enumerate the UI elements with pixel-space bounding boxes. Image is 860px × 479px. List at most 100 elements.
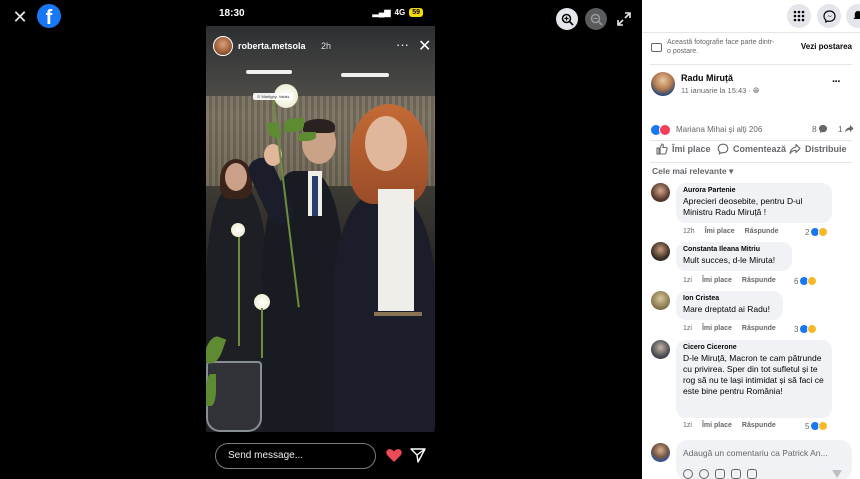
comment-text: Aprecieri deosebite, pentru D-ul Ministr…: [683, 196, 803, 217]
send-message-input[interactable]: Send message...: [215, 443, 376, 469]
face: [225, 163, 247, 191]
comment-count[interactable]: 8: [812, 124, 828, 134]
story-screenshot: 18:30 ▂▄▆ 4G 59 ⊙ Martigny, Valais rober…: [206, 0, 435, 479]
tie: [312, 176, 318, 216]
commenter-avatar[interactable]: [651, 291, 670, 310]
comment-reactions[interactable]: 2: [805, 227, 829, 237]
status-indicators: ▂▄▆ 4G 59: [373, 8, 423, 17]
reaction-icons[interactable]: [650, 124, 674, 136]
comment-reply-button[interactable]: Răspunde: [742, 325, 776, 332]
post-date[interactable]: 11 ianuarie la 15:43 · 🌐︎: [681, 86, 759, 96]
comment-button[interactable]: Comentează: [717, 143, 786, 155]
comment-like-button[interactable]: Îmi place: [702, 325, 732, 332]
globe-icon: 🌐︎: [753, 86, 760, 95]
send-icon[interactable]: [409, 446, 427, 464]
zoom-in-button[interactable]: [556, 8, 578, 30]
comment-meta: 1zi Îmi place Răspunde: [683, 325, 776, 332]
facebook-logo-icon[interactable]: f: [37, 4, 61, 28]
post-author[interactable]: Radu Miruță: [681, 73, 733, 83]
camera-icon[interactable]: [715, 469, 725, 479]
notifications-button[interactable]: [846, 4, 860, 28]
story-more-icon[interactable]: ···: [396, 37, 409, 52]
comment-time[interactable]: 1zi: [683, 325, 692, 332]
commenter-avatar[interactable]: [651, 340, 670, 359]
commenter-avatar[interactable]: [651, 242, 670, 261]
zoom-out-icon: [590, 13, 603, 26]
photo-album-icon: [651, 43, 662, 52]
photo-viewer-page: ✕ f 18:30 ▂▄▆ 4G 59 ⊙ Martigny, Valais r…: [0, 0, 860, 479]
belt: [374, 312, 422, 316]
comment-count-value: 8: [812, 124, 817, 134]
comment-reactions[interactable]: 5: [805, 421, 829, 431]
messenger-button[interactable]: [817, 4, 841, 28]
current-user-avatar[interactable]: [651, 443, 670, 462]
comment-like-button[interactable]: Îmi place: [702, 277, 732, 284]
like-button[interactable]: Îmi place: [656, 143, 711, 155]
rose-stem: [238, 236, 240, 346]
reactions-summary: Mariana Mihai și alți 206 8 1: [650, 124, 856, 138]
view-post-link[interactable]: Vezi postarea: [801, 42, 852, 51]
close-icon[interactable]: ✕: [10, 7, 30, 27]
share-count[interactable]: 1: [838, 124, 854, 134]
comment-like-button[interactable]: Îmi place: [702, 422, 732, 429]
comment-composer[interactable]: Adaugă un comentariu ca Patrick An...: [676, 440, 852, 479]
photo-viewer: ✕ f 18:30 ▂▄▆ 4G 59 ⊙ Martigny, Valais r…: [0, 0, 642, 479]
commenter-name[interactable]: Constanta Ileana Mitriu: [683, 246, 784, 253]
story-username[interactable]: roberta.metsola: [238, 41, 306, 51]
comment-reactions[interactable]: 6: [794, 276, 818, 286]
haha-reaction-icon: [807, 276, 818, 286]
heart-icon[interactable]: [385, 446, 403, 464]
comment-text: D-le Miruță, Macron te cam pătrunde cu p…: [683, 353, 824, 396]
comment-sort-dropdown[interactable]: Cele mai relevante ▾: [652, 166, 733, 177]
sticker-icon[interactable]: [747, 469, 757, 479]
post-more-icon[interactable]: ···: [832, 76, 841, 88]
comment-bubble-icon: [818, 125, 827, 133]
commenter-name[interactable]: Ion Cristea: [683, 295, 775, 302]
menu-button[interactable]: [787, 4, 811, 28]
ceiling-light: [246, 70, 292, 74]
reactions-text[interactable]: Mariana Mihai și alți 206: [676, 125, 762, 134]
network-label: 4G: [394, 8, 406, 17]
comment-meta: 12h Îmi place Răspunde: [683, 228, 779, 235]
like-label: Îmi place: [672, 144, 711, 154]
commenter-name[interactable]: Aurora Partenie: [683, 187, 824, 194]
divider: [650, 162, 852, 163]
rose-stem: [261, 308, 263, 358]
comment-time[interactable]: 1zi: [683, 277, 692, 284]
story-avatar[interactable]: [213, 36, 233, 56]
emoji-icon[interactable]: [699, 469, 709, 479]
fullscreen-icon[interactable]: [616, 11, 632, 27]
comment-text: Mult succes, d-le Miruta!: [683, 255, 776, 265]
commenter-avatar[interactable]: [651, 183, 670, 202]
comment-bubble: Ion Cristea Mare dreptatd ai Radu!: [676, 291, 783, 320]
zoom-out-button[interactable]: [585, 8, 607, 30]
author-avatar[interactable]: [651, 72, 675, 96]
love-reaction-icon: [659, 124, 671, 136]
comment-item: Aurora Partenie Aprecieri deosebite, pen…: [651, 183, 857, 240]
comment-time[interactable]: 1zi: [683, 422, 692, 429]
status-time: 18:30: [219, 8, 245, 19]
gif-icon[interactable]: [731, 469, 741, 479]
send-comment-icon[interactable]: [832, 470, 842, 478]
comment-like-button[interactable]: Îmi place: [705, 228, 735, 235]
grid-menu-icon: [793, 10, 805, 22]
comment-reply-button[interactable]: Răspunde: [742, 277, 776, 284]
post-date-text: 11 ianuarie la 15:43 ·: [681, 86, 753, 95]
comment-reactions[interactable]: 3: [794, 324, 818, 334]
signal-icon: ▂▄▆: [372, 8, 391, 17]
haha-reaction-icon: [807, 324, 818, 334]
commenter-name[interactable]: Cicero Cicerone: [683, 344, 824, 351]
share-button[interactable]: Distribuie: [789, 143, 847, 155]
composer-tools: [683, 469, 757, 479]
story-time: 2h: [321, 41, 332, 51]
phone-status-bar: 18:30 ▂▄▆ 4G 59: [206, 0, 435, 26]
avatar-sticker-icon[interactable]: [683, 469, 693, 479]
hair: [303, 119, 335, 133]
post-sidebar: Această fotografie face parte dintr-o po…: [642, 0, 860, 479]
comment-reply-button[interactable]: Răspunde: [745, 228, 779, 235]
story-close-icon[interactable]: ✕: [418, 36, 431, 56]
bell-icon: [853, 11, 860, 19]
comment-time[interactable]: 12h: [683, 228, 695, 235]
comment-reply-button[interactable]: Răspunde: [742, 422, 776, 429]
comment-input[interactable]: Adaugă un comentariu ca Patrick An...: [683, 448, 828, 458]
